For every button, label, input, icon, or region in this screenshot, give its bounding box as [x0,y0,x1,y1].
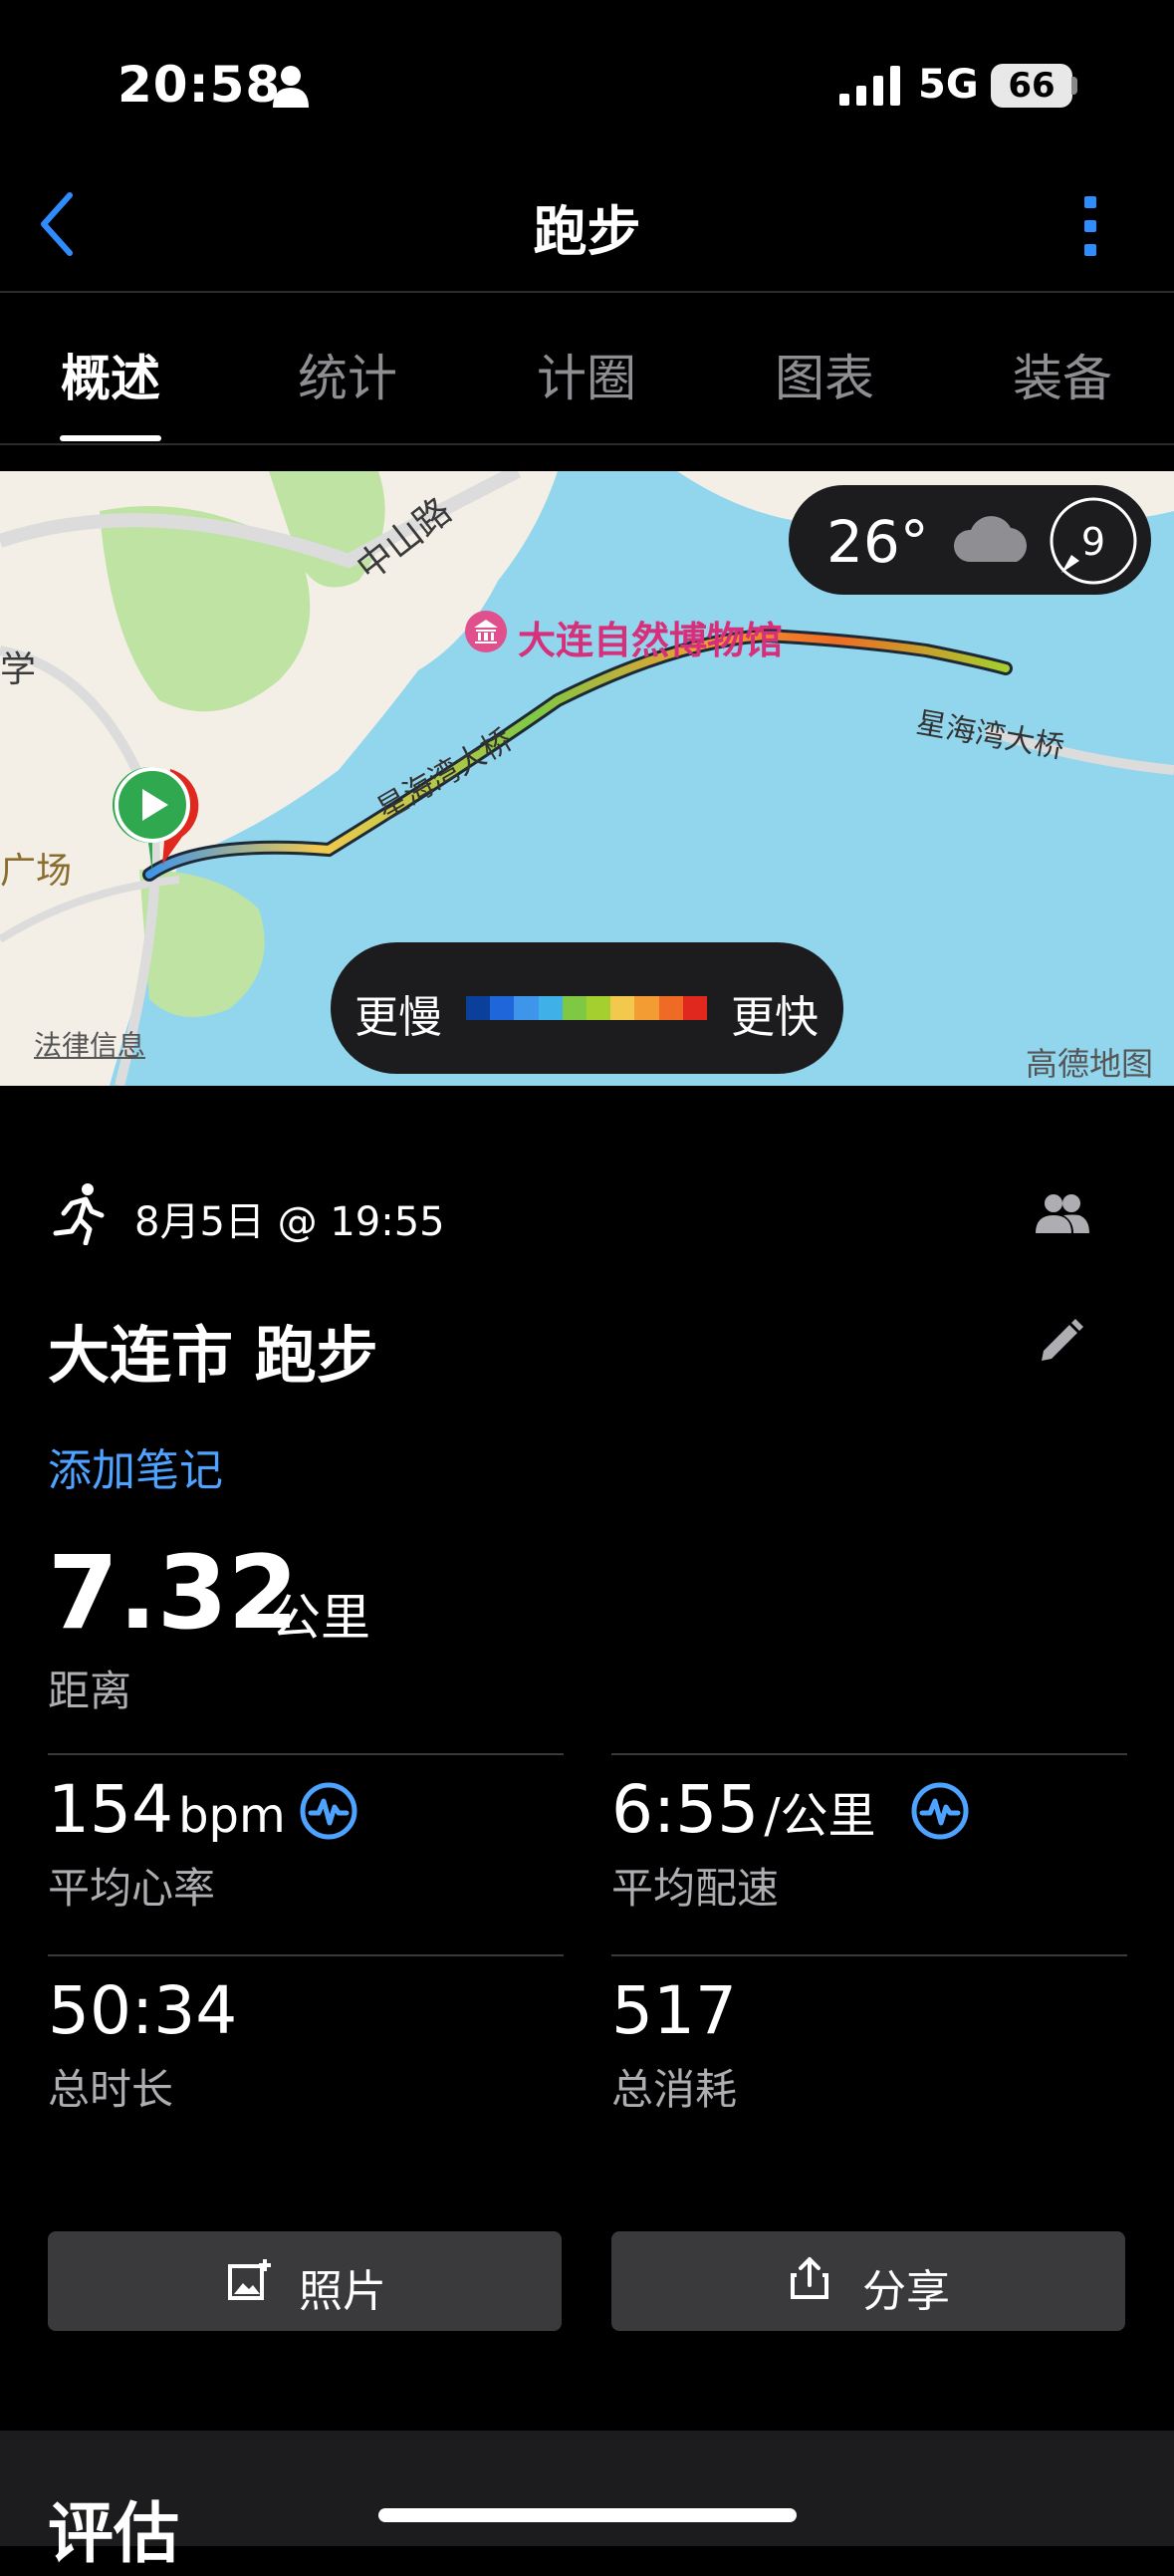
heart-rate-label: 平均心率 [48,1864,216,1913]
battery-indicator: 66 [991,64,1072,108]
weather-temp: 26° [826,508,929,576]
pace-unit: /公里 [764,1788,876,1844]
pace-color-swatch [682,996,708,1020]
stat-divider [48,1954,564,1956]
pace-color-swatch [514,996,539,1020]
pace-label: 平均配速 [611,1864,780,1913]
pace-chart-icon[interactable] [910,1781,970,1841]
legal-info-link[interactable]: 法律信息 [34,1024,145,1064]
pace-color-swatch [538,996,563,1020]
tab-overview[interactable]: 概述 [50,339,171,410]
pace-color-swatch [658,996,683,1020]
tab-active-indicator [60,435,161,441]
activity-title: 大连市 跑步 [48,1319,378,1392]
pace-color-swatch [634,996,659,1020]
edit-pencil-icon[interactable] [1036,1317,1085,1367]
stat-divider [611,1954,1127,1956]
pace-color-swatch [466,996,491,1020]
heart-rate-stat: 154 bpm [48,1771,286,1848]
nav-divider [0,291,1174,293]
pace-color-bar [466,996,708,1020]
distance-label: 距离 [48,1667,132,1715]
share-icon [791,2257,828,2299]
distance-unit: 公里 [271,1589,370,1647]
more-options-icon[interactable] [1080,194,1100,258]
pace-color-swatch [490,996,515,1020]
duration-label: 总时长 [48,2065,174,2114]
status-time: 20:58 [117,56,282,114]
page-title: 跑步 [533,200,641,263]
tab-laps[interactable]: 计圈 [526,339,647,410]
pace-value: 6:55 [611,1771,760,1848]
evaluation-title: 评估 [48,2495,179,2572]
add-note-link[interactable]: 添加笔记 [48,1434,223,1498]
tab-divider [0,443,1174,445]
legend-fast-label: 更快 [731,992,819,1043]
stat-divider [611,1753,1127,1755]
tab-charts[interactable]: 图表 [764,339,885,410]
wind-speed: 9 [1080,520,1106,564]
map-label-xue: 学 [0,649,37,690]
add-photo-icon [228,2259,271,2300]
battery-cap [1071,77,1077,95]
person-icon [273,66,309,108]
pace-stat: 6:55 /公里 [611,1771,876,1848]
start-marker-icon [113,766,199,873]
legend-slow-label: 更慢 [354,992,442,1043]
calories-value: 517 [611,1972,737,2049]
heart-rate-icon[interactable] [299,1781,358,1841]
pace-color-swatch [562,996,587,1020]
pace-color-swatch [610,996,635,1020]
photo-button-label: 照片 [299,2266,386,2317]
heart-rate-value: 154 [48,1771,173,1848]
stat-divider [48,1753,564,1755]
share-button-label: 分享 [862,2266,950,2317]
museum-icon [465,611,507,652]
cloud-icon [953,516,1027,562]
calories-label: 总消耗 [611,2065,738,2114]
tab-gear[interactable]: 装备 [1002,339,1123,410]
map-label-museum: 大连自然博物馆 [518,619,784,662]
network-type: 5G [918,62,979,108]
map-label-plaza: 广场 [0,851,73,892]
signal-icon [839,66,900,106]
heart-rate-unit: bpm [178,1788,286,1844]
home-indicator[interactable] [378,2508,797,2522]
activity-date: 8月5日 @ 19:55 [134,1199,445,1245]
duration-value: 50:34 [48,1972,238,2049]
pace-color-swatch [587,996,611,1020]
running-icon [53,1183,105,1245]
amap-logo: 高德地图 [1026,1045,1154,1083]
tab-stats[interactable]: 统计 [287,339,408,410]
distance-value: 7.32 [48,1534,299,1653]
people-icon[interactable] [1034,1191,1089,1235]
